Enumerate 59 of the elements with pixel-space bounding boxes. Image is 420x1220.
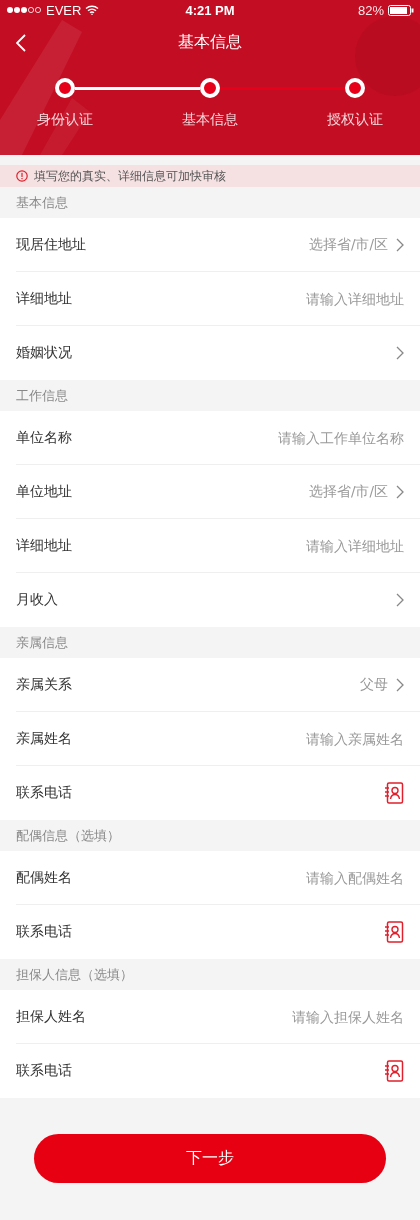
back-icon <box>16 34 26 52</box>
chevron-icon <box>396 677 404 692</box>
page-title: 基本信息 <box>178 31 242 53</box>
field-label: 详细地址 <box>16 536 72 555</box>
field-label: 联系电话 <box>16 923 72 941</box>
input-field[interactable]: 请输入详细地址 <box>184 537 404 554</box>
field-label: 配偶姓名 <box>16 868 72 887</box>
input-field[interactable]: 请输入配偶姓名 <box>184 869 404 886</box>
contacts-button[interactable] <box>384 921 404 943</box>
field-label: 亲属姓名 <box>16 729 72 748</box>
notice-text: 填写您的真实、详细信息可加快审核 <box>34 167 226 185</box>
section-header: 配偶信息（选填） <box>15 827 121 845</box>
back-button[interactable] <box>14 32 28 54</box>
step-label: 基本信息 <box>182 111 238 129</box>
step-indicator <box>55 78 75 98</box>
section-header: 基本信息 <box>15 194 69 212</box>
contacts-button[interactable] <box>384 1060 404 1082</box>
section-header: 工作信息 <box>15 387 69 405</box>
step-label: 授权认证 <box>327 111 383 129</box>
section-header: 担保人信息（选填） <box>15 966 134 984</box>
input-field[interactable]: 请输入亲属姓名 <box>184 730 404 747</box>
contact-book-icon <box>384 921 404 943</box>
field-label: 详细地址 <box>16 289 72 308</box>
status-time: 4:21 PM <box>185 2 235 18</box>
next-button[interactable]: 下一步 <box>34 1134 386 1183</box>
signal-icon <box>6 6 42 14</box>
field-label: 联系电话 <box>16 784 72 802</box>
field-label: 亲属关系 <box>16 675 72 694</box>
step-indicator <box>345 78 365 98</box>
select-field[interactable]: 选择省/市/区 <box>308 235 404 254</box>
field-label: 单位地址 <box>16 482 72 501</box>
select-field[interactable]: 父母 <box>360 675 404 694</box>
chevron-icon <box>396 484 404 499</box>
input-field[interactable]: 请输入工作单位名称 <box>184 429 404 446</box>
battery-percentage: 82% <box>357 2 384 18</box>
chevron-icon <box>396 346 404 360</box>
input-field[interactable]: 请输入担保人姓名 <box>184 1008 404 1025</box>
section-header: 亲属信息 <box>15 634 69 652</box>
field-label: 月收入 <box>16 591 58 609</box>
field-label: 联系电话 <box>16 1062 72 1080</box>
wifi-icon <box>85 5 100 15</box>
input-field[interactable]: 请输入详细地址 <box>184 290 404 307</box>
contacts-button[interactable] <box>384 782 404 804</box>
chevron-icon <box>396 593 404 607</box>
contact-book-icon <box>384 1060 404 1082</box>
warning-icon <box>16 170 28 182</box>
step-label: 身份认证 <box>37 111 93 129</box>
carrier-name: EVER <box>46 2 82 18</box>
field-label: 婚姻状况 <box>16 344 72 362</box>
select-field[interactable] <box>396 593 404 607</box>
select-field[interactable] <box>396 346 404 360</box>
contact-book-icon <box>384 782 404 804</box>
select-field[interactable]: 选择省/市/区 <box>308 482 404 501</box>
field-label: 担保人姓名 <box>16 1007 86 1026</box>
field-label: 现居住地址 <box>16 235 86 254</box>
chevron-icon <box>396 237 404 252</box>
step-indicator <box>200 78 220 98</box>
battery-icon <box>388 4 414 16</box>
field-label: 单位名称 <box>16 428 72 447</box>
